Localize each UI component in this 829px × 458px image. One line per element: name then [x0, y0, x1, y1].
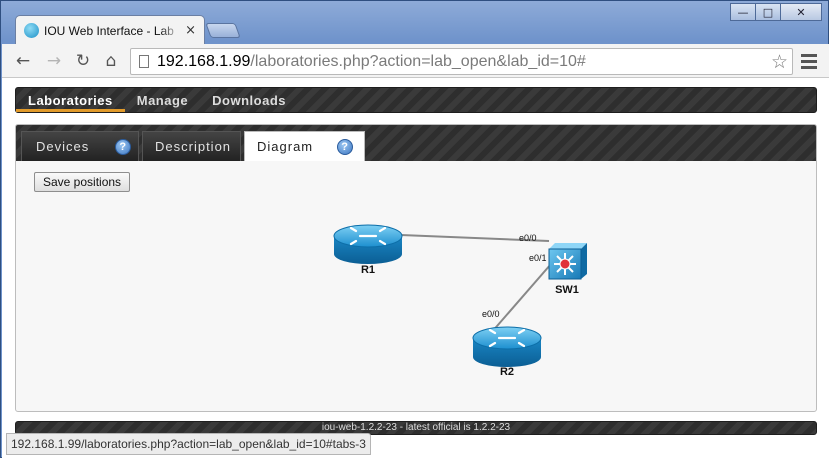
tab-devices[interactable]: Devices ? [21, 131, 139, 161]
tab-diagram[interactable]: Diagram ? [244, 131, 365, 161]
tab-description[interactable]: Description [142, 131, 241, 161]
url-path: /laboratories.php?action=lab_open&lab_id… [250, 52, 586, 70]
port-label: e0/0 [482, 309, 500, 319]
tab-description-label: Description [155, 139, 232, 154]
back-arrow-icon[interactable]: ← [12, 50, 34, 72]
iou-favicon-icon [24, 23, 39, 38]
main-nav: Laboratories Manage Downloads [15, 87, 817, 113]
status-bar-url: 192.168.1.99/laboratories.php?action=lab… [6, 433, 371, 455]
page-viewport: Laboratories Manage Downloads Devices ? … [2, 78, 829, 458]
browser-window: — □ ✕ IOU Web Interface - Lab × ← → ↻ ⌂ … [0, 0, 829, 458]
forward-arrow-icon[interactable]: → [43, 50, 65, 72]
close-window-button[interactable]: ✕ [780, 3, 822, 21]
tab-devices-label: Devices [36, 139, 90, 154]
tab-title: IOU Web Interface - Lab [44, 23, 174, 38]
bookmark-star-icon[interactable]: ☆ [771, 51, 788, 73]
help-icon[interactable]: ? [337, 138, 354, 155]
browser-tab[interactable]: IOU Web Interface - Lab × [15, 15, 205, 45]
network-diagram: e0/0 e0/1 e0/0 R1 SW1 R2 [333, 224, 587, 378]
tab-diagram-label: Diagram [257, 139, 314, 154]
lab-panel: Devices ? Description Diagram ? Save pos… [15, 124, 817, 412]
minimize-button[interactable]: — [730, 3, 756, 21]
browser-toolbar: ← → ↻ ⌂ 192.168.1.99/laboratories.php?ac… [2, 44, 829, 78]
router-icon[interactable] [333, 224, 403, 264]
url-host: 192.168.1.99 [157, 52, 251, 70]
port-label: e0/1 [529, 253, 547, 263]
new-tab-button[interactable] [205, 23, 241, 38]
nav-downloads[interactable]: Downloads [200, 88, 298, 112]
tab-close-icon[interactable]: × [185, 23, 196, 38]
help-icon[interactable]: ? [115, 138, 132, 155]
router-icon[interactable] [472, 326, 542, 367]
maximize-button[interactable]: □ [755, 3, 781, 21]
url-text[interactable]: 192.168.1.99/laboratories.php?action=lab… [157, 53, 586, 71]
nav-laboratories[interactable]: Laboratories [16, 88, 125, 112]
nav-manage[interactable]: Manage [125, 88, 200, 112]
browser-menu-icon[interactable] [801, 51, 817, 71]
switch-icon[interactable] [548, 243, 587, 280]
address-bar[interactable]: 192.168.1.99/laboratories.php?action=lab… [130, 48, 793, 75]
node-label-r1: R1 [361, 264, 375, 276]
window-controls: — □ ✕ [730, 3, 822, 21]
panel-tab-strip: Devices ? Description Diagram ? [16, 125, 816, 161]
node-label-r2: R2 [500, 366, 514, 378]
home-icon[interactable]: ⌂ [100, 50, 122, 72]
page-icon [139, 55, 149, 68]
reload-icon[interactable]: ↻ [72, 50, 94, 72]
node-label-sw1: SW1 [555, 284, 579, 296]
port-label: e0/0 [519, 233, 537, 243]
